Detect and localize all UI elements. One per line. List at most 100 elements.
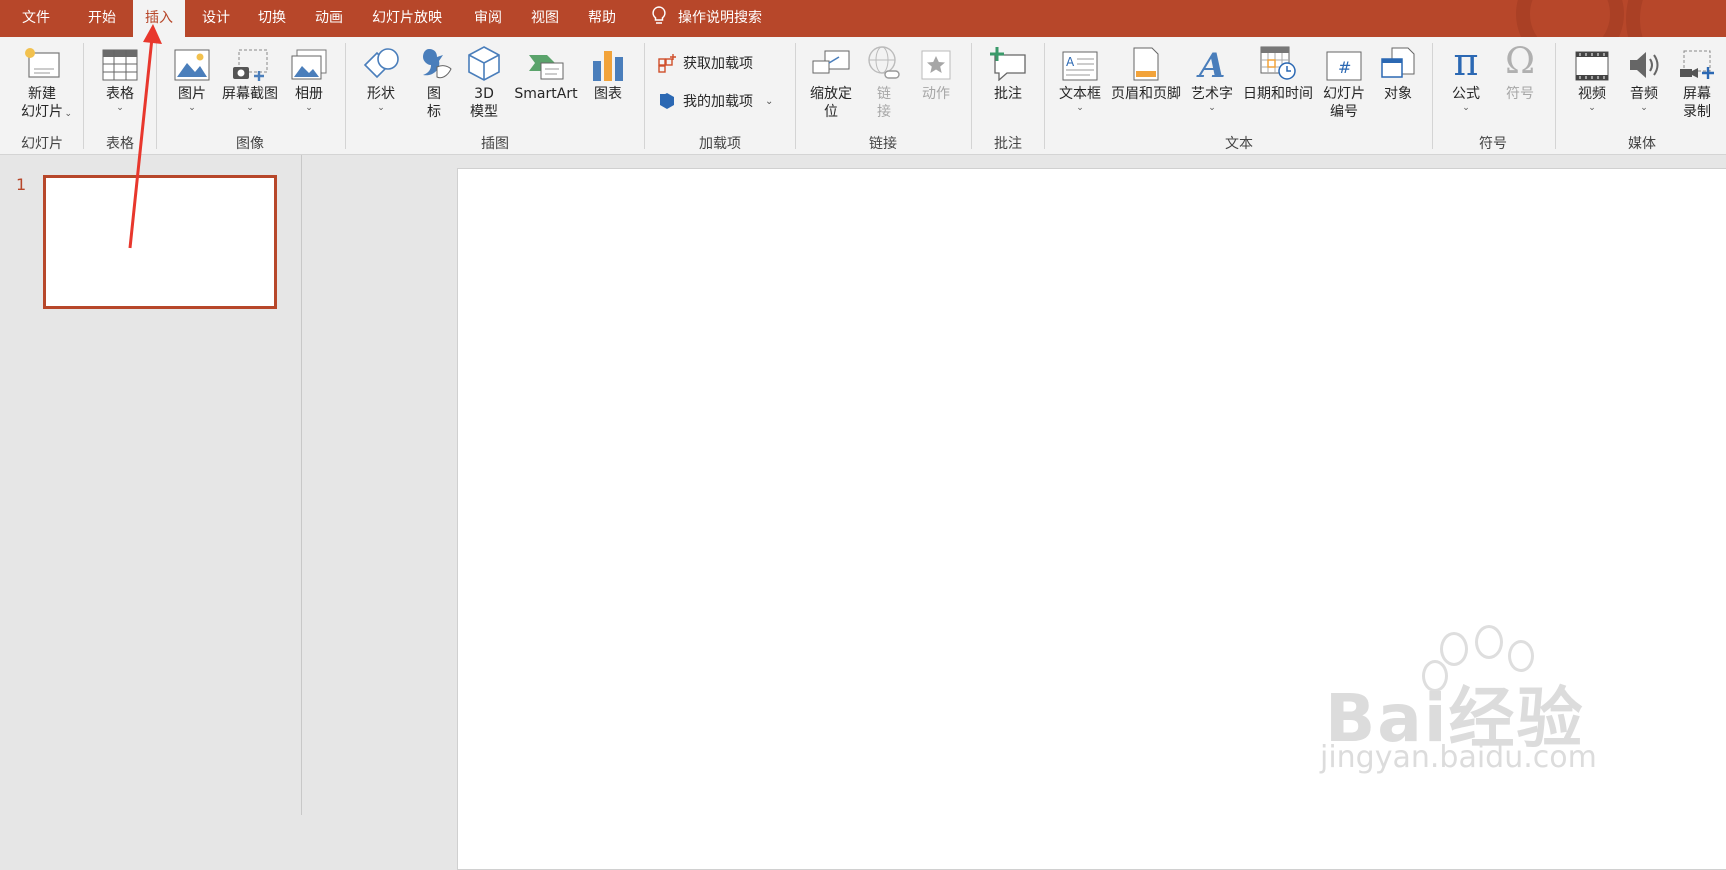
new-slide-button[interactable]: 新建 幻灯片 ⌄ bbox=[8, 43, 76, 121]
pictures-label: 图片 bbox=[178, 86, 206, 102]
tab-home[interactable]: 开始 bbox=[88, 0, 116, 37]
icons-label: 图 标 bbox=[427, 86, 441, 120]
tab-help[interactable]: 帮助 bbox=[588, 0, 616, 37]
group-label-illustrations: 插图 bbox=[481, 136, 509, 152]
chart-label: 图表 bbox=[594, 86, 622, 102]
tab-animations[interactable]: 动画 bbox=[315, 0, 343, 37]
wordart-button[interactable]: A 艺术字 ⌄ bbox=[1186, 43, 1238, 113]
lightbulb-icon bbox=[652, 6, 666, 24]
group-label-slides: 幻灯片 bbox=[21, 136, 63, 152]
get-addins-button[interactable]: 获取加载项 bbox=[657, 53, 753, 73]
slide-thumbnail[interactable] bbox=[43, 175, 277, 309]
tab-insert[interactable]: 插入 bbox=[133, 0, 185, 37]
bar-chart-icon bbox=[593, 51, 623, 81]
comment-button[interactable]: 批注 bbox=[982, 43, 1034, 103]
tabbar-decoration bbox=[1306, 0, 1726, 37]
group-separator bbox=[1555, 43, 1556, 149]
link-button[interactable]: 链 接 bbox=[862, 43, 906, 121]
tab-view[interactable]: 视图 bbox=[531, 0, 559, 37]
photo-album-icon bbox=[291, 49, 327, 80]
chevron-down-icon: ⌄ bbox=[765, 95, 774, 107]
shapes-label: 形状 bbox=[367, 86, 395, 102]
pictures-button[interactable]: 图片 ⌄ bbox=[166, 43, 218, 113]
group-label-links: 链接 bbox=[869, 136, 897, 152]
chevron-down-icon: ⌄ bbox=[1208, 103, 1216, 113]
group-separator bbox=[644, 43, 645, 149]
calendar-clock-icon bbox=[1260, 46, 1296, 80]
audio-button[interactable]: 音频 ⌄ bbox=[1618, 43, 1670, 113]
symbol-button[interactable]: Ω 符号 bbox=[1494, 43, 1546, 103]
link-label: 链 接 bbox=[877, 86, 891, 120]
group-label-media: 媒体 bbox=[1628, 136, 1656, 152]
slide-number: 1 bbox=[16, 175, 27, 194]
chevron-down-icon: ⌄ bbox=[1588, 103, 1596, 113]
tell-me-search[interactable]: 操作说明搜索 bbox=[650, 0, 762, 37]
3d-models-label: 3D 模型 bbox=[470, 86, 498, 120]
photo-album-button[interactable]: 相册 ⌄ bbox=[283, 43, 335, 113]
text-box-label: 文本框 bbox=[1059, 86, 1101, 102]
new-slide-icon bbox=[25, 48, 60, 78]
tab-slideshow[interactable]: 幻灯片放映 bbox=[372, 0, 442, 37]
comment-icon bbox=[990, 47, 1026, 81]
bird-icon bbox=[423, 49, 452, 79]
svg-text:A: A bbox=[1066, 55, 1075, 69]
group-separator bbox=[1432, 43, 1433, 149]
smartart-button[interactable]: SmartArt bbox=[510, 43, 582, 103]
screen-recording-icon bbox=[1680, 50, 1714, 79]
my-addins-button[interactable]: 我的加载项 ⌄ bbox=[657, 91, 773, 111]
screenshot-label: 屏幕截图 bbox=[222, 86, 278, 102]
3d-models-button[interactable]: 3D 模型 bbox=[460, 43, 508, 121]
chart-button[interactable]: 图表 bbox=[584, 43, 632, 103]
screenshot-button[interactable]: 屏幕截图 ⌄ bbox=[218, 43, 282, 113]
zoom-button[interactable]: 缩放定 位 bbox=[803, 43, 859, 121]
equation-button[interactable]: π 公式 ⌄ bbox=[1440, 43, 1492, 113]
smartart-label: SmartArt bbox=[514, 86, 578, 102]
picture-icon bbox=[174, 49, 210, 81]
tab-review[interactable]: 审阅 bbox=[474, 0, 502, 37]
slide-thumbnail-pane: 1 bbox=[0, 155, 302, 815]
star-action-icon bbox=[921, 50, 951, 80]
object-label: 对象 bbox=[1384, 86, 1412, 102]
title-tab-bar: 文件 开始 插入 设计 切换 动画 幻灯片放映 审阅 视图 帮助 操作说明搜索 bbox=[0, 0, 1726, 37]
group-separator bbox=[971, 43, 972, 149]
video-button[interactable]: 视频 ⌄ bbox=[1566, 43, 1618, 113]
smartart-icon bbox=[529, 55, 564, 80]
shapes-icon bbox=[363, 48, 399, 79]
svg-text:#: # bbox=[1338, 58, 1351, 77]
icons-button[interactable]: 图 标 bbox=[410, 43, 458, 121]
tab-file[interactable]: 文件 bbox=[22, 0, 50, 37]
store-grid-icon bbox=[658, 54, 676, 73]
date-time-button[interactable]: 日期和时间 bbox=[1240, 43, 1316, 103]
chevron-down-icon: ⌄ bbox=[305, 103, 313, 113]
screen-recording-label: 屏幕 录制 bbox=[1683, 86, 1711, 120]
chevron-down-icon: ⌄ bbox=[188, 103, 196, 113]
svg-text:A: A bbox=[1196, 46, 1225, 81]
tab-design[interactable]: 设计 bbox=[202, 0, 230, 37]
slide-number-button[interactable]: # 幻灯片 编号 bbox=[1316, 43, 1372, 121]
watermark-url: jingyan.baidu.com bbox=[1320, 740, 1597, 775]
header-footer-button[interactable]: 页眉和页脚 bbox=[1106, 43, 1186, 103]
chevron-down-icon: ⌄ bbox=[246, 103, 254, 113]
tab-transitions[interactable]: 切换 bbox=[258, 0, 286, 37]
action-button[interactable]: 动作 bbox=[912, 43, 960, 103]
group-separator bbox=[795, 43, 796, 149]
group-separator bbox=[1044, 43, 1045, 149]
screen-recording-button[interactable]: 屏幕 录制 bbox=[1672, 43, 1722, 121]
equation-label: 公式 bbox=[1452, 86, 1480, 102]
group-label-images: 图像 bbox=[236, 136, 264, 152]
wordart-label: 艺术字 bbox=[1191, 86, 1233, 102]
table-label: 表格 bbox=[106, 86, 134, 102]
group-label-tables: 表格 bbox=[106, 136, 134, 152]
chevron-down-icon: ⌄ bbox=[64, 109, 72, 119]
object-button[interactable]: 对象 bbox=[1372, 43, 1424, 103]
my-addins-icon bbox=[660, 93, 674, 109]
text-box-button[interactable]: A 文本框 ⌄ bbox=[1054, 43, 1106, 113]
table-icon bbox=[102, 49, 138, 81]
table-button[interactable]: 表格 ⌄ bbox=[90, 43, 150, 113]
photo-album-label: 相册 bbox=[295, 86, 323, 102]
my-addins-label: 我的加载项 bbox=[683, 94, 753, 110]
speaker-icon bbox=[1630, 52, 1659, 78]
shapes-button[interactable]: 形状 ⌄ bbox=[355, 43, 407, 113]
group-label-text: 文本 bbox=[1225, 136, 1253, 152]
group-separator bbox=[345, 43, 346, 149]
